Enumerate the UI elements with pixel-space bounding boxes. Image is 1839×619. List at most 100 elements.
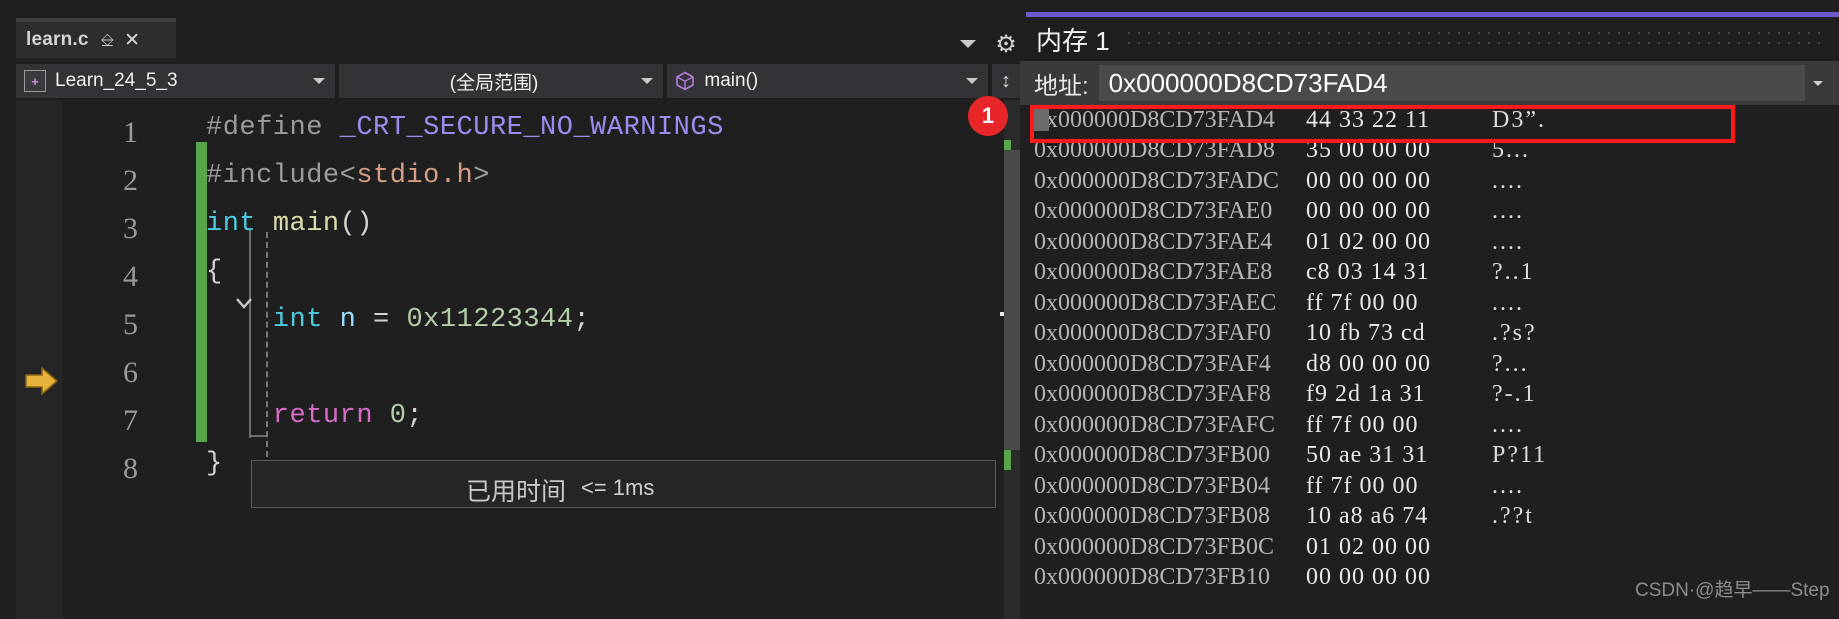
pin-icon[interactable]: ⎒ <box>101 32 114 49</box>
tab-label: learn.c <box>26 29 89 50</box>
scrollbar-thumb[interactable] <box>1004 150 1020 450</box>
memory-hex-bytes: f9 2d 1a 31 <box>1306 381 1426 408</box>
memory-row[interactable]: 0x000000D8CD73FB0C 01 02 00 00 <box>1020 532 1839 563</box>
drag-grip[interactable] <box>1123 28 1825 50</box>
memory-hex-bytes: 00 00 00 00 <box>1306 564 1431 591</box>
memory-rows[interactable]: 0x000000D8CD73FAD4 44 33 22 11 D3”. 0x00000… <box>1020 105 1839 619</box>
memory-row[interactable]: 0x000000D8CD73FAD8 35 00 00 00 5... <box>1020 136 1839 167</box>
memory-address: 0x000000D8CD73FAF0 <box>1034 320 1271 347</box>
code-token: 0x11223344 <box>406 305 574 335</box>
memory-ascii: ?... <box>1492 350 1529 377</box>
memory-ascii: D3”. <box>1492 106 1546 133</box>
memory-titlebar[interactable]: 内存 1 <box>1020 17 1839 61</box>
code-line[interactable]: return 0; <box>206 401 423 431</box>
chevron-down-glyph <box>960 40 976 48</box>
memory-ascii: .... <box>1492 289 1524 316</box>
memory-row[interactable]: 0x000000D8CD73FAF4 d8 00 00 00?... <box>1020 349 1839 380</box>
close-icon[interactable]: ✕ <box>124 31 140 50</box>
code-token: int <box>206 305 340 335</box>
memory-row[interactable]: 0x000000D8CD73FAFC ff 7f 00 00.... <box>1020 410 1839 441</box>
code-token: ; <box>573 305 591 335</box>
memory-title: 内存 1 <box>1036 25 1110 56</box>
memory-address: 0x000000D8CD73FAD4 <box>1034 106 1275 133</box>
memory-ascii: ?..1 <box>1492 259 1535 286</box>
memory-address: 0x000000D8CD73FB04 <box>1034 472 1271 499</box>
memory-address: 0x000000D8CD73FAF8 <box>1034 381 1271 408</box>
memory-row[interactable]: 0x000000D8CD73FB08 10 a8 a6 74 .??t <box>1020 502 1839 533</box>
chevron-down-icon <box>312 78 325 84</box>
memory-hex-bytes: 50 ae 31 31 <box>1306 442 1429 469</box>
line-number: 6 <box>123 356 138 389</box>
address-input[interactable]: 0x000000D8CD73FAD4 <box>1098 65 1805 101</box>
memory-address: 0x000000D8CD73FB10 <box>1034 564 1271 591</box>
code-token: int <box>206 209 273 239</box>
function-dropdown[interactable]: main() <box>667 64 989 98</box>
memory-ascii: .?s? <box>1492 320 1537 347</box>
memory-address: 0x000000D8CD73FAEC <box>1034 289 1277 316</box>
scope-dropdown[interactable]: (全局范围) <box>338 64 664 98</box>
code-line[interactable]: } <box>206 449 223 479</box>
project-dropdown[interactable]: + Learn_24_5_3 <box>16 64 335 98</box>
line-number: 5 <box>123 308 138 341</box>
memory-row[interactable]: 0x000000D8CD73FAEC ff 7f 00 00.... <box>1020 288 1839 319</box>
app-window: learn.c ⎒ ✕ ⚙ + Learn_24_5_3 (全局范围) main… <box>0 0 1839 619</box>
memory-address: 0x000000D8CD73FAD8 <box>1034 137 1275 164</box>
memory-ascii: .... <box>1492 472 1524 499</box>
line-number: 2 <box>123 164 138 197</box>
memory-hex-bytes: 10 fb 73 cd <box>1306 320 1426 347</box>
memory-ascii: .... <box>1492 198 1524 225</box>
code-token: n <box>339 305 374 335</box>
memory-row[interactable]: 0x000000D8CD73FAE0 00 00 00 00.... <box>1020 197 1839 228</box>
yellow-arrow-icon <box>25 366 59 396</box>
code-line[interactable]: int n = 0x11223344; <box>206 305 590 335</box>
memory-ascii: ?-.1 <box>1492 381 1537 408</box>
memory-row[interactable]: 0x000000D8CD73FB00 50 ae 31 31 P?11 <box>1020 441 1839 472</box>
memory-row[interactable]: 0x000000D8CD73FAE4 01 02 00 00.... <box>1020 227 1839 258</box>
memory-row[interactable]: 0x000000D8CD73FAF8 f9 2d 1a 31 ?-.1 <box>1020 380 1839 411</box>
memory-row[interactable]: 0x000000D8CD73FAE8 c8 03 14 31 ?..1 <box>1020 258 1839 289</box>
memory-address: 0x000000D8CD73FAE8 <box>1034 259 1273 286</box>
editor-tab-learn-c[interactable]: learn.c ⎒ ✕ <box>16 22 176 58</box>
navigation-bar: + Learn_24_5_3 (全局范围) main() ↕ <box>16 64 1020 98</box>
memory-row[interactable]: 0x000000D8CD73FB04 ff 7f 00 00.... <box>1020 471 1839 502</box>
memory-hex-bytes: ff 7f 00 00 <box>1306 411 1419 438</box>
memory-address: 0x000000D8CD73FB08 <box>1034 503 1271 530</box>
memory-row[interactable]: 0x000000D8CD73FADC 00 00 00 00.... <box>1020 166 1839 197</box>
memory-address: 0x000000D8CD73FB0C <box>1034 533 1275 560</box>
editor-gutter[interactable] <box>16 100 62 619</box>
code-token: stdio.h <box>356 161 474 191</box>
code-editor-pane: learn.c ⎒ ✕ ⚙ + Learn_24_5_3 (全局范围) main… <box>0 0 1020 619</box>
code-line[interactable]: #include<stdio.h> <box>206 161 490 191</box>
chevron-down-icon[interactable] <box>1805 75 1831 91</box>
memory-address: 0x000000D8CD73FAF4 <box>1034 350 1271 377</box>
memory-row[interactable]: 0x000000D8CD73FAD4 44 33 22 11 D3”. <box>1020 105 1839 136</box>
code-token: #include< <box>206 161 357 191</box>
memory-address: 0x000000D8CD73FAE0 <box>1034 198 1273 225</box>
code-line[interactable]: #define _CRT_SECURE_NO_WARNINGS <box>206 113 724 143</box>
scope-name: (全局范围) <box>449 72 539 94</box>
memory-cursor <box>1032 107 1049 131</box>
gear-icon[interactable]: ⚙ <box>992 30 1020 58</box>
chevron-down-glyph <box>1813 81 1823 86</box>
memory-row[interactable]: 0x000000D8CD73FAF0 10 fb 73 cd .?s? <box>1020 319 1839 350</box>
cpp-project-icon: + <box>24 70 46 92</box>
code-line[interactable]: { <box>206 257 223 287</box>
function-name: main() <box>704 70 759 91</box>
address-value: 0x000000D8CD73FAD4 <box>1108 67 1388 98</box>
memory-ascii: P?11 <box>1492 442 1548 469</box>
memory-ascii: .... <box>1492 167 1524 194</box>
code-line[interactable]: int main() <box>206 209 373 239</box>
memory-hex-bytes: 00 00 00 00 <box>1306 167 1431 194</box>
memory-hex-bytes: 01 02 00 00 <box>1306 533 1431 560</box>
line-number: 4 <box>123 260 138 293</box>
split-view-icon[interactable]: ↕ <box>992 64 1020 98</box>
memory-hex-bytes: c8 03 14 31 <box>1306 259 1430 286</box>
memory-hex-bytes: 35 00 00 00 <box>1306 137 1431 164</box>
code-token: #define <box>206 113 340 143</box>
address-label: 地址: <box>1034 72 1089 100</box>
chevron-down-icon[interactable] <box>955 33 981 55</box>
memory-hex-bytes: 44 33 22 11 <box>1306 106 1431 133</box>
brace-connector <box>249 435 267 437</box>
code-surface[interactable]: 1 #define _CRT_SECURE_NO_WARNINGS 2 #includ… <box>16 100 1020 619</box>
elapsed-time-value: <= 1ms <box>581 475 655 500</box>
